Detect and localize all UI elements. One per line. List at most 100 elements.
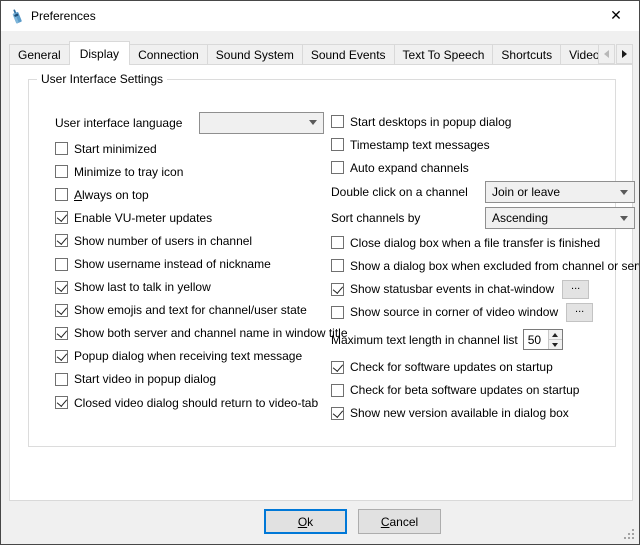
spin-up-button[interactable] [549, 330, 562, 339]
checkbox-checked[interactable] [331, 283, 344, 296]
ellipsis-button[interactable]: ... [566, 303, 593, 322]
checkbox-unchecked[interactable] [331, 161, 344, 174]
checkbox-row-timestamp-text-messages[interactable]: Timestamp text messages [331, 133, 640, 156]
tab-bar: General Display Connection Sound System Soun… [9, 40, 599, 65]
max-text-length-spinbox[interactable]: 50 [523, 329, 563, 350]
tab-label: Connection [138, 48, 199, 62]
checkbox-row-start-video-in-popup-dialog[interactable]: Start video in popup dialog [55, 368, 333, 391]
max-text-length-label: Maximum text length in channel list [331, 333, 518, 347]
sort-channels-combobox-value: Ascending [492, 211, 616, 225]
tab-label: Sound System [216, 48, 294, 62]
checkbox-label: Show emojis and text for channel/user st… [74, 303, 307, 317]
checkbox-checked[interactable] [331, 361, 344, 374]
ellipsis-button[interactable]: ... [562, 280, 589, 299]
double-click-combobox-value: Join or leave [492, 185, 616, 199]
checkbox-unchecked[interactable] [331, 115, 344, 128]
checkbox-row-always-on-top[interactable]: Always on top [55, 183, 333, 206]
right-column: Start desktops in popup dialogTimestamp … [331, 110, 640, 425]
checkbox-checked[interactable] [55, 327, 68, 340]
sort-channels-combobox[interactable]: Ascending [485, 207, 635, 229]
checkbox-row-show-both-server-and-channel-name-in-window-title[interactable]: Show both server and channel name in win… [55, 322, 333, 345]
language-combobox[interactable] [199, 112, 324, 134]
tab-label: Display [80, 47, 119, 61]
checkbox-checked[interactable] [55, 396, 68, 409]
checkbox-unchecked[interactable] [331, 138, 344, 151]
chevron-down-icon [620, 190, 628, 195]
checkbox-checked[interactable] [55, 281, 68, 294]
preferences-window: Preferences ✕ General Display Connection So… [0, 0, 640, 545]
triangle-down-icon [552, 343, 558, 347]
checkbox-row-show-number-of-users-in-channel[interactable]: Show number of users in channel [55, 229, 333, 252]
checkbox-row-close-dialog-box-when-a-file-transfer-is-finished[interactable]: Close dialog box when a file transfer is… [331, 231, 640, 254]
checkbox-label: Show username instead of nickname [74, 257, 271, 271]
checkbox-checked[interactable] [55, 234, 68, 247]
checkbox-label: Show a dialog box when excluded from cha… [350, 259, 640, 273]
tab-sound-system[interactable]: Sound System [207, 44, 303, 65]
display-tab-page: User Interface Settings User interface l… [9, 64, 633, 501]
checkbox-unchecked[interactable] [55, 142, 68, 155]
checkbox-row-show-last-to-talk-in-yellow[interactable]: Show last to talk in yellow [55, 276, 333, 299]
checkbox-label: Show number of users in channel [74, 234, 252, 248]
checkbox-label: Start video in popup dialog [74, 372, 216, 386]
checkbox-row-minimize-to-tray-icon[interactable]: Minimize to tray icon [55, 160, 333, 183]
checkbox-checked[interactable] [55, 350, 68, 363]
checkbox-unchecked[interactable] [331, 306, 344, 319]
tab-connection[interactable]: Connection [129, 44, 208, 65]
tab-text-to-speech[interactable]: Text To Speech [394, 44, 494, 65]
spinbox-value: 50 [524, 330, 548, 349]
tab-label: Shortcuts [501, 48, 552, 62]
checkbox-row-closed-video-dialog-should-return-to-video-tab[interactable]: Closed video dialog should return to vid… [55, 391, 333, 414]
checkbox-row-show-source-in-corner-of-video-window[interactable]: Show source in corner of video window... [331, 301, 640, 324]
checkbox-unchecked[interactable] [331, 259, 344, 272]
checkbox-row-enable-vu-meter-updates[interactable]: Enable VU-meter updates [55, 206, 333, 229]
tab-label: General [18, 48, 61, 62]
spin-down-button[interactable] [549, 339, 562, 349]
tab-scroll-buttons [597, 44, 633, 64]
checkbox-row-show-a-dialog-box-when-excluded-from-channel-or-server[interactable]: Show a dialog box when excluded from cha… [331, 254, 640, 277]
checkbox-label: Show source in corner of video window [350, 305, 558, 319]
tab-general[interactable]: General [9, 44, 70, 65]
checkbox-row-show-statusbar-events-in-chat-window[interactable]: Show statusbar events in chat-window... [331, 277, 640, 300]
left-column: User interface language Start minimized M… [55, 110, 333, 414]
tab-display[interactable]: Display [69, 41, 130, 65]
checkbox-label: Start minimized [74, 142, 157, 156]
checkbox-row-auto-expand-channels[interactable]: Auto expand channels [331, 156, 640, 179]
resize-grip-icon[interactable] [624, 529, 635, 540]
checkbox-checked[interactable] [55, 304, 68, 317]
cancel-button[interactable]: Cancel [358, 509, 441, 534]
checkbox-row-show-username-instead-of-nickname[interactable]: Show username instead of nickname [55, 252, 333, 275]
checkbox-row-show-new-version-available-in-dialog-box[interactable]: Show new version available in dialog box [331, 402, 640, 425]
checkbox-row-start-minimized[interactable]: Start minimized [55, 137, 333, 160]
checkbox-row-popup-dialog-when-receiving-text-message[interactable]: Popup dialog when receiving text message [55, 345, 333, 368]
checkbox-row-start-desktops-in-popup-dialog[interactable]: Start desktops in popup dialog [331, 110, 640, 133]
sort-channels-row: Sort channels by Ascending [331, 205, 640, 231]
tab-video[interactable]: Video [560, 44, 599, 65]
checkbox-label: Always on top [74, 188, 149, 202]
checkbox-checked[interactable] [331, 407, 344, 420]
checkbox-checked[interactable] [55, 211, 68, 224]
tab-scroll-right-button[interactable] [616, 44, 633, 64]
checkbox-unchecked[interactable] [55, 373, 68, 386]
checkbox-label: Close dialog box when a file transfer is… [350, 236, 600, 250]
checkbox-unchecked[interactable] [331, 236, 344, 249]
tab-scroll-left-button[interactable] [598, 44, 615, 64]
spin-buttons [548, 330, 562, 349]
checkbox-label: Check for software updates on startup [350, 360, 553, 374]
checkbox-unchecked[interactable] [331, 384, 344, 397]
checkbox-unchecked[interactable] [55, 258, 68, 271]
close-button[interactable]: ✕ [593, 1, 639, 30]
checkbox-label: Auto expand channels [350, 161, 469, 175]
checkbox-row-check-for-software-updates-on-startup[interactable]: Check for software updates on startup [331, 356, 640, 379]
ok-button[interactable]: Ok [264, 509, 347, 534]
tab-shortcuts[interactable]: Shortcuts [492, 44, 561, 65]
double-click-combobox[interactable]: Join or leave [485, 181, 635, 203]
language-label: User interface language [55, 116, 199, 130]
tab-sound-events[interactable]: Sound Events [302, 44, 395, 65]
language-row: User interface language [55, 110, 333, 135]
checkbox-unchecked[interactable] [55, 165, 68, 178]
close-icon: ✕ [610, 8, 622, 24]
titlebar: Preferences ✕ [1, 1, 639, 31]
checkbox-row-check-for-beta-software-updates-on-startup[interactable]: Check for beta software updates on start… [331, 379, 640, 402]
checkbox-row-show-emojis-and-text-for-channel-user-state[interactable]: Show emojis and text for channel/user st… [55, 299, 333, 322]
checkbox-unchecked[interactable] [55, 188, 68, 201]
